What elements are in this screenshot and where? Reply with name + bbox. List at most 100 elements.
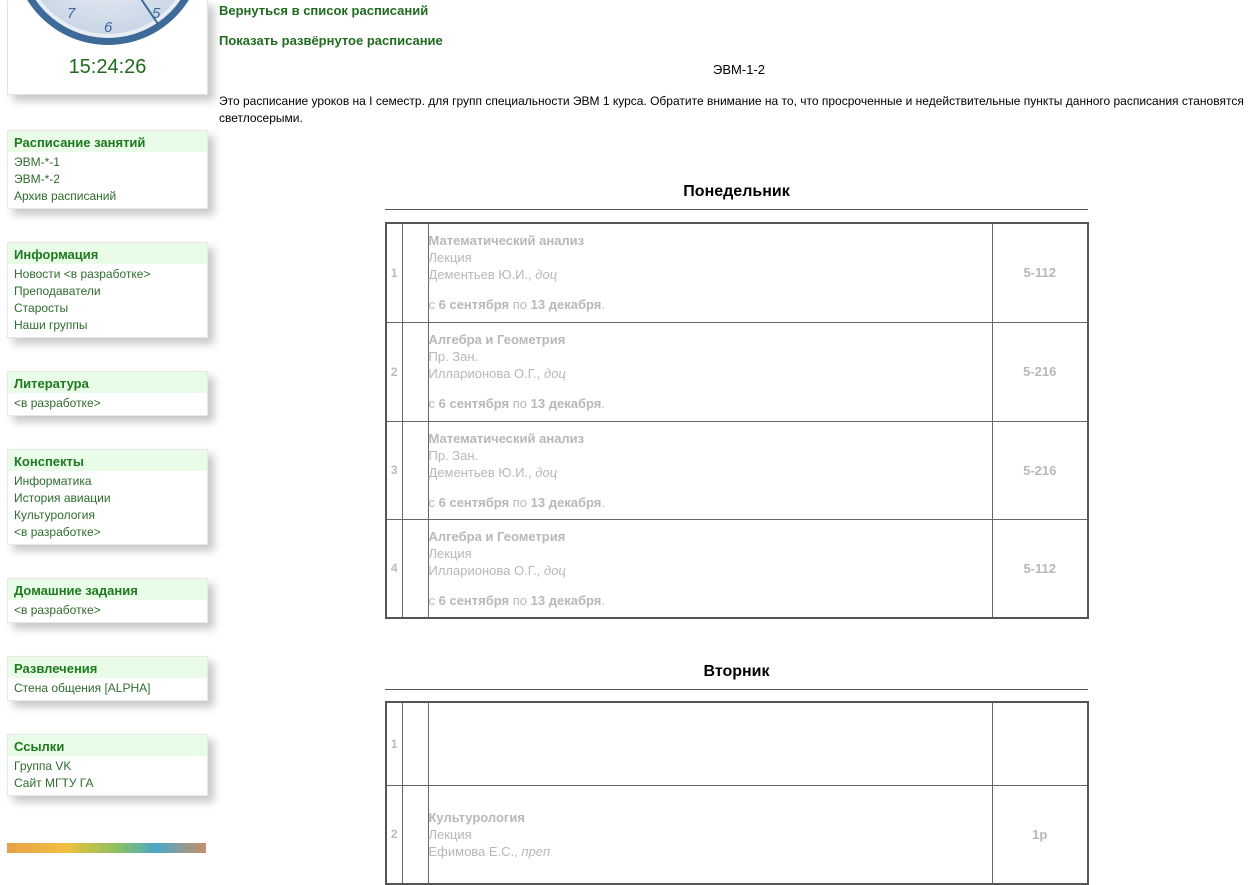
- lesson-number: 1: [385, 701, 403, 786]
- sidebar-link[interactable]: Группа VK: [8, 758, 207, 775]
- lesson-period: с 6 сентября по 13 декабря.: [428, 592, 605, 608]
- lesson-info: Алгебра и Геометрия Пр. Зан. Илларионова О…: [427, 321, 993, 422]
- teacher-role: преп: [521, 843, 551, 859]
- sidebar-link[interactable]: ЭВМ-*-1: [8, 154, 207, 171]
- lesson-number: 3: [385, 420, 403, 520]
- lesson-room: 5-216: [991, 420, 1089, 520]
- teacher-role: доц: [535, 267, 558, 283]
- group-name: ЭВМ-1-2: [713, 62, 765, 77]
- lesson-room: 5-112: [991, 518, 1089, 619]
- lesson-number: 2: [385, 321, 403, 422]
- lesson-room: 5-216: [991, 321, 1089, 422]
- lesson-teacher: Дементьев Ю.И., доц: [429, 266, 992, 283]
- time-cell: [401, 420, 429, 520]
- show-expanded-schedule-link[interactable]: Показать развёрнутое расписание: [219, 33, 443, 48]
- period-prefix: с: [428, 592, 436, 608]
- lesson-number: 2: [385, 784, 403, 885]
- teacher-role: доц: [535, 464, 558, 480]
- sidebar-link[interactable]: История авиации: [8, 490, 207, 507]
- teacher-name: Дементьев Ю.И.,: [428, 267, 532, 283]
- lesson-subject: Культурология: [428, 809, 525, 825]
- period-start: 6 сентября: [438, 494, 510, 510]
- lesson-subject: Математический анализ: [428, 233, 585, 249]
- lesson-room: 1р: [991, 784, 1089, 885]
- teacher-name: Илларионова О.Г.,: [428, 366, 541, 381]
- sidebar-link[interactable]: Архив расписаний: [8, 188, 207, 205]
- sidebar-banner[interactable]: [7, 843, 206, 853]
- table-row: 2 Алгебра и Геометрия Пр. Зан. Илларионова …: [385, 321, 1089, 422]
- sidebar-block-title: Литература: [8, 372, 207, 393]
- sidebar-block-title: Ссылки: [8, 735, 207, 756]
- sidebar-link[interactable]: Стена общения [ALPHA]: [8, 680, 207, 697]
- sidebar-link[interactable]: Наши группы: [8, 317, 207, 334]
- period-end: 13 декабря: [530, 297, 602, 313]
- lesson-period: с 6 сентября по 13 декабря.: [428, 494, 605, 510]
- lesson-subject: Математический анализ: [428, 430, 585, 446]
- sidebar-link[interactable]: Культурология: [8, 507, 207, 524]
- lesson-info: Культурология Лекция Ефимова Е.С., преп: [427, 784, 993, 885]
- lesson-type: Лекция: [428, 545, 472, 561]
- period-end: 13 декабря: [530, 494, 602, 510]
- lesson-number: 1: [385, 222, 403, 323]
- teacher-name: Ефимова Е.С.,: [428, 843, 518, 859]
- table-row: 1 Математический анализ Лекция Дементьев Ю.…: [385, 222, 1089, 323]
- time-cell: [401, 701, 429, 786]
- time-cell: [401, 321, 429, 422]
- table-row: 2 Культурология Лекция Ефимова Е.С., преп 1р: [385, 784, 1089, 885]
- period-mid: по: [512, 297, 528, 313]
- lesson-period: с 6 сентября по 13 декабря.: [428, 297, 605, 313]
- table-row: 1: [385, 701, 1089, 786]
- sidebar-link[interactable]: <в разработке>: [8, 524, 207, 541]
- lesson-info: Математический анализ Пр. Зан. Дементьев Ю…: [427, 420, 993, 520]
- schedule-table: 1 2 Культурология Лекция Ефимова Е.С., преп 1…: [385, 701, 1089, 885]
- lesson-type: Пр. Зан.: [428, 447, 479, 463]
- lesson-period: с 6 сентября по 13 декабря.: [428, 396, 605, 411]
- sidebar-link[interactable]: Информатика: [8, 473, 207, 490]
- lesson-teacher: Дементьев Ю.И., доц: [429, 464, 992, 481]
- teacher-role: доц: [544, 562, 566, 578]
- sidebar-link[interactable]: Старосты: [8, 300, 207, 317]
- sidebar-block: Информация Новости <в разработке> Преподав…: [7, 242, 208, 338]
- teacher-role: доц: [544, 366, 566, 381]
- teacher-name: Илларионова О.Г.,: [428, 562, 541, 578]
- clock-numeral: 7: [67, 5, 76, 22]
- schedule-description: Это расписание уроков на I семестр. для …: [219, 94, 1244, 125]
- period-mid: по: [512, 396, 528, 411]
- sidebar-block: Развлечения Стена общения [ALPHA]: [7, 656, 208, 701]
- lesson-info: Алгебра и Геометрия Лекция Илларионова О.Г…: [427, 518, 993, 619]
- lesson-teacher: Илларионова О.Г., доц: [429, 365, 992, 382]
- period-start: 6 сентября: [438, 297, 510, 313]
- lesson-info: [427, 701, 993, 786]
- lesson-room: [991, 701, 1089, 786]
- period-prefix: с: [428, 494, 436, 510]
- sidebar-block: Ссылки Группа VK Сайт МГТУ ГА: [7, 734, 208, 796]
- lesson-subject: Алгебра и Геометрия: [428, 528, 566, 544]
- sidebar-link[interactable]: Сайт МГТУ ГА: [8, 775, 207, 792]
- day-title: Вторник: [703, 663, 770, 680]
- sidebar-link[interactable]: <в разработке>: [8, 395, 207, 412]
- period-prefix: с: [428, 396, 436, 411]
- period-mid: по: [512, 592, 528, 608]
- sidebar-block: Домашние задания <в разработке>: [7, 578, 208, 623]
- period-start: 6 сентября: [438, 396, 510, 411]
- back-to-schedules-link[interactable]: Вернуться в список расписаний: [219, 3, 428, 18]
- lesson-number: 4: [385, 518, 403, 619]
- day-divider: [385, 689, 1088, 690]
- schedule-table: 1 Математический анализ Лекция Дементьев Ю.…: [385, 222, 1089, 619]
- period-prefix: с: [428, 297, 436, 313]
- day-title: Понедельник: [683, 183, 790, 200]
- lesson-teacher: Илларионова О.Г., доц: [429, 562, 992, 579]
- sidebar-block: Конспекты Информатика История авиации Культ…: [7, 449, 208, 545]
- period-end: 13 декабря: [530, 396, 602, 411]
- teacher-name: Дементьев Ю.И.,: [428, 464, 532, 480]
- clock-widget: 7 6 5 15:24:26: [7, 0, 208, 95]
- sidebar-link[interactable]: <в разработке>: [8, 602, 207, 619]
- lesson-subject: Алгебра и Геометрия: [428, 332, 566, 347]
- time-cell: [401, 518, 429, 619]
- sidebar-block-title: Конспекты: [8, 450, 207, 471]
- sidebar-link[interactable]: Преподаватели: [8, 283, 207, 300]
- lesson-info: Математический анализ Лекция Дементьев Ю.И…: [427, 222, 993, 323]
- sidebar-link[interactable]: ЭВМ-*-2: [8, 171, 207, 188]
- lesson-teacher: Ефимова Е.С., преп: [429, 843, 992, 860]
- sidebar-link[interactable]: Новости <в разработке>: [8, 266, 207, 283]
